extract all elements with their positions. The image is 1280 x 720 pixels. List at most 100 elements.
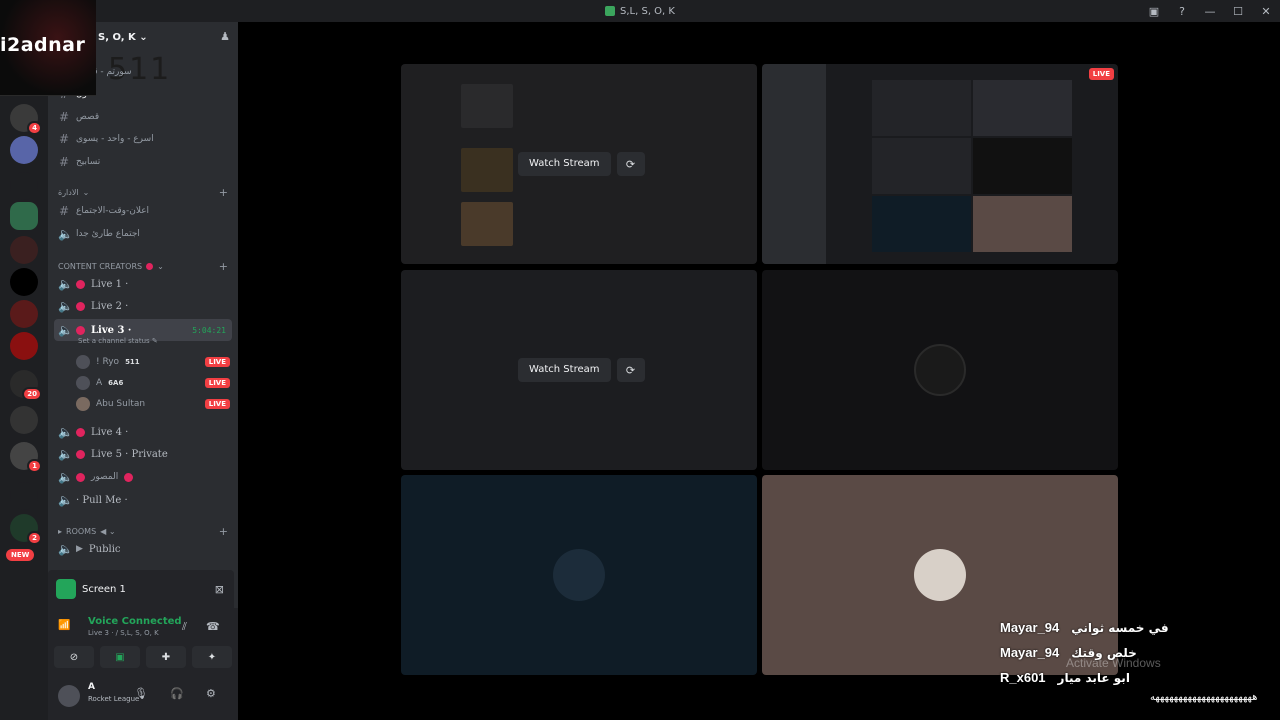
- voice-member[interactable]: Abu Sultan LIVE: [76, 394, 230, 414]
- channel-item[interactable]: # اسرع - واحد - يسوى: [54, 129, 232, 149]
- channel-item[interactable]: # قصص: [54, 107, 232, 127]
- user-name[interactable]: A: [88, 682, 95, 692]
- camera-off-button[interactable]: ⊘: [54, 646, 94, 668]
- server-icon[interactable]: [10, 236, 38, 264]
- speaker-icon: 🔈: [58, 542, 73, 556]
- stream-tile-live[interactable]: LIVE: [762, 64, 1118, 264]
- voice-status[interactable]: Voice Connected: [88, 616, 182, 627]
- member-name: ! Ryo: [96, 357, 120, 367]
- chat-line: R_x601 ابو عابد ميار: [1000, 665, 1280, 690]
- server-icon[interactable]: [10, 268, 38, 296]
- channel-label: تسابيح: [76, 157, 101, 167]
- maximize-button[interactable]: ☐: [1224, 5, 1252, 18]
- channel-label: Live 5 · Private: [91, 448, 168, 460]
- activities-button[interactable]: ✚: [146, 646, 186, 668]
- add-channel-icon[interactable]: +: [219, 186, 228, 199]
- headphones-icon[interactable]: 🎧: [170, 687, 184, 700]
- add-channel-icon[interactable]: +: [219, 525, 228, 538]
- voice-channel-item[interactable]: 🔈 Live 2 ·: [54, 296, 232, 316]
- voice-connection-panel: 📶 Voice Connected Live 3 · / S,L, S, O, …: [48, 608, 238, 680]
- server-icon[interactable]: [10, 406, 38, 434]
- channel-label: قصص: [76, 112, 100, 122]
- server-icon[interactable]: [10, 300, 38, 328]
- help-icon[interactable]: ?: [1168, 5, 1196, 18]
- server-icon-active[interactable]: [10, 202, 38, 230]
- channel-status-hint[interactable]: Set a channel status ✎: [78, 337, 158, 345]
- voice-member[interactable]: ! Ryo 511 LIVE: [76, 352, 230, 372]
- live-badge: LIVE: [1088, 68, 1114, 80]
- participant-tile[interactable]: [762, 270, 1118, 470]
- soundboard-button[interactable]: ✦: [192, 646, 232, 668]
- server-icon[interactable]: 1: [10, 442, 42, 473]
- voice-detail[interactable]: Live 3 · / S,L, S, O, K: [88, 629, 159, 637]
- channel-label: Live 4 ·: [91, 426, 129, 438]
- channel-label: اعلان-وقت-الاجتماع: [76, 206, 150, 216]
- add-channel-icon[interactable]: +: [219, 260, 228, 273]
- category-rooms[interactable]: ▸ ROOMS ◀ ⌄ +: [58, 525, 228, 538]
- watch-stream-button[interactable]: Watch Stream: [518, 358, 611, 382]
- voice-channel-item[interactable]: 🔈 Live 4 ·: [54, 422, 232, 442]
- speaker-icon: 🔈: [58, 447, 73, 461]
- channel-item[interactable]: # اعلان-وقت-الاجتماع: [54, 201, 232, 221]
- server-icon[interactable]: [10, 136, 38, 164]
- stream-preview: [461, 84, 513, 128]
- server-icon[interactable]: 4: [10, 104, 42, 135]
- disconnect-icon[interactable]: ☎: [206, 620, 220, 633]
- signal-icon: 📶: [58, 620, 71, 631]
- category-content[interactable]: CONTENT CREATORS ⌄ +: [58, 260, 228, 273]
- live-badge: LIVE: [204, 399, 230, 409]
- server-name: S, O, K: [98, 31, 136, 43]
- voice-channel-item[interactable]: 🔈 Live 1 ·: [54, 274, 232, 294]
- category-admin[interactable]: الادارة ⌄ +: [58, 186, 228, 199]
- member-tag: 511: [125, 358, 140, 366]
- speaker-icon: 🔈: [58, 425, 73, 439]
- popout-icon[interactable]: ⟳: [616, 358, 645, 382]
- server-icon[interactable]: 2: [10, 514, 42, 545]
- no-entry-icon: [124, 472, 134, 482]
- voice-channel-item[interactable]: 🔈 ▶ Public: [54, 539, 232, 559]
- noise-suppression-icon[interactable]: ⫽: [182, 620, 187, 634]
- window-title: S,L, S, O, K: [605, 6, 675, 17]
- voice-channel-item[interactable]: 🔈 · Pull Me ·: [54, 490, 232, 510]
- record-dot-icon: [76, 279, 85, 289]
- chat-nick: R_x601: [1000, 670, 1046, 685]
- close-button[interactable]: ✕: [1252, 5, 1280, 18]
- screen-share-button[interactable]: ▣: [100, 646, 140, 668]
- avatar: [76, 376, 90, 390]
- text-channel-icon: #: [58, 132, 70, 146]
- folder-icon[interactable]: [10, 482, 38, 510]
- speaker-icon: 🔈: [58, 493, 73, 507]
- screen-share-panel[interactable]: Screen 1 ⊠: [48, 570, 234, 608]
- folder-icon[interactable]: [10, 172, 38, 200]
- stream-tile[interactable]: Watch Stream ⟳: [401, 64, 757, 264]
- server-icon[interactable]: 20: [10, 370, 42, 401]
- channel-label: المصور: [91, 472, 119, 482]
- channel-label: Live 2 ·: [91, 300, 129, 312]
- category-label: ROOMS: [66, 527, 97, 536]
- voice-member[interactable]: A 6A6 LIVE: [76, 373, 230, 393]
- participant-tile[interactable]: [401, 475, 757, 675]
- gear-icon[interactable]: ⚙: [206, 687, 216, 700]
- voice-channel-item[interactable]: 🔈 Live 5 · Private: [54, 444, 232, 464]
- microphone-icon[interactable]: 🎙: [134, 687, 148, 700]
- stop-share-icon[interactable]: ⊠: [215, 583, 224, 596]
- add-member-icon[interactable]: ♟: [220, 30, 230, 43]
- avatar[interactable]: [58, 685, 80, 707]
- popout-icon[interactable]: ⟳: [616, 152, 645, 176]
- voice-action-buttons: ⊘ ▣ ✚ ✦: [54, 646, 232, 668]
- text-channel-icon: #: [58, 204, 70, 218]
- channel-label: Public: [88, 543, 121, 555]
- avatar: [76, 355, 90, 369]
- chat-message: ابو عابد ميار: [1057, 670, 1130, 685]
- chat-nick: Mayar_94: [1000, 620, 1060, 635]
- stream-tile[interactable]: Watch Stream ⟳: [401, 270, 757, 470]
- speaker-icon: 🔈: [58, 470, 73, 484]
- server-icon[interactable]: [10, 332, 38, 360]
- watch-stream-button[interactable]: Watch Stream: [518, 152, 611, 176]
- mention-badge: 20: [22, 387, 42, 401]
- minimize-button[interactable]: —: [1196, 5, 1224, 18]
- channel-item[interactable]: 🔈 اجتماع طارئ جدا: [54, 224, 232, 244]
- inbox-icon[interactable]: ▣: [1140, 5, 1168, 18]
- voice-channel-item[interactable]: 🔈 المصور: [54, 467, 232, 487]
- channel-item[interactable]: # تسابيح: [54, 152, 232, 172]
